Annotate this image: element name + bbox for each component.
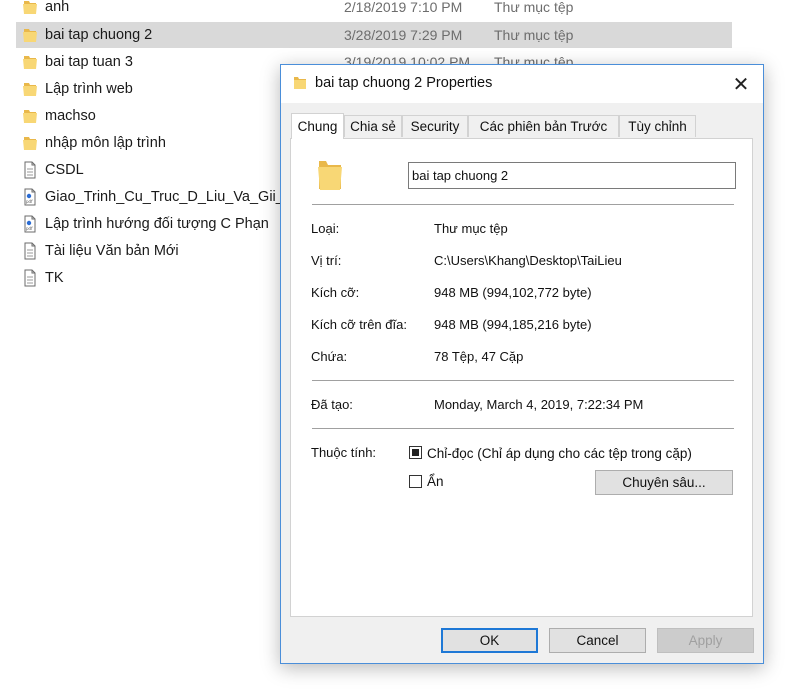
dialog-titlebar[interactable]: bai tap chuong 2 Properties ✕ [281,65,763,103]
dialog-title: bai tap chuong 2 Properties [315,75,493,91]
created-value: Monday, March 4, 2019, 7:22:34 PM [434,397,644,412]
pdf-file-icon: pdf [22,188,38,206]
close-icon[interactable]: ✕ [719,65,763,103]
file-name: CSDL [45,162,84,178]
document-icon [22,242,38,260]
advanced-button[interactable]: Chuyên sâu... [595,470,733,495]
file-date: 2/18/2019 7:10 PM [344,0,463,15]
contains-label: Chứa: [311,349,348,364]
file-name: anh [45,0,70,15]
file-name: TK [45,270,64,286]
file-row[interactable]: anh 2/18/2019 7:10 PM Thư mục tệp [16,0,732,20]
tab-customize[interactable]: Tùy chỉnh [619,115,696,137]
file-date: 3/28/2019 7:29 PM [344,27,463,43]
folder-icon [22,107,38,125]
file-name: bai tap chuong 2 [45,27,153,43]
file-name: Giao_Trinh_Cu_Truc_D_Liu_Va_Gii_Th [45,189,301,205]
tab-general[interactable]: Chung [291,113,344,139]
file-name: nhập môn lập trình [45,135,166,151]
size-value: 948 MB (994,102,772 byte) [434,285,592,300]
size-label: Kích cỡ: [311,285,360,300]
tab-security[interactable]: Security [402,115,468,137]
file-name: Lập trình web [45,81,133,97]
folder-icon [22,53,38,71]
type-value: Thư mục tệp [434,221,508,236]
divider [312,380,734,381]
document-icon [22,161,38,179]
created-label: Đã tạo: [311,397,353,412]
hidden-checkbox[interactable] [409,475,422,488]
file-name: Lập trình hướng đối tượng C Phạn [45,216,269,232]
folder-name-input[interactable] [408,162,736,189]
file-row[interactable]: bai tap chuong 2 3/28/2019 7:29 PM Thư mục… [16,22,732,48]
location-value: C:\Users\Khang\Desktop\TaiLieu [434,253,622,268]
size-on-disk-value: 948 MB (994,185,216 byte) [434,317,592,332]
location-label: Vị trí: [311,253,342,268]
divider [312,428,734,429]
readonly-label[interactable]: Chỉ-đọc (Chỉ áp dụng cho các tệp trong c… [427,446,692,461]
ok-button[interactable]: OK [441,628,538,653]
folder-icon [22,0,38,16]
size-on-disk-label: Kích cỡ trên đĩa: [311,317,407,332]
svg-text:pdf: pdf [26,226,33,231]
apply-button[interactable]: Apply [657,628,754,653]
folder-icon [22,134,38,152]
properties-dialog: bai tap chuong 2 Properties ✕ Chung Chia… [280,64,764,664]
folder-icon [318,161,342,190]
file-name: machso [45,108,96,124]
svg-text:pdf: pdf [26,199,33,204]
folder-icon [22,26,38,44]
file-name: bai tap tuan 3 [45,54,133,70]
file-type: Thư mục tệp [494,0,574,15]
tab-sharing[interactable]: Chia sẻ [344,115,402,137]
readonly-checkbox[interactable] [409,446,422,459]
type-label: Loại: [311,221,340,236]
attributes-label: Thuộc tính: [311,445,377,460]
hidden-label[interactable]: Ẩn [427,474,444,489]
divider [312,204,734,205]
tab-previous-versions[interactable]: Các phiên bản Trước [468,115,619,137]
general-panel: Loại: Thư mục tệp Vị trí: C:\Users\Khang… [290,138,753,617]
folder-icon [22,80,38,98]
cancel-button[interactable]: Cancel [549,628,646,653]
contains-value: 78 Tệp, 47 Cặp [434,349,524,364]
folder-icon [294,77,306,89]
file-name: Tài liệu Văn bản Mới [45,243,179,259]
pdf-file-icon: pdf [22,215,38,233]
file-type: Thư mục tệp [494,27,574,43]
document-icon [22,269,38,287]
